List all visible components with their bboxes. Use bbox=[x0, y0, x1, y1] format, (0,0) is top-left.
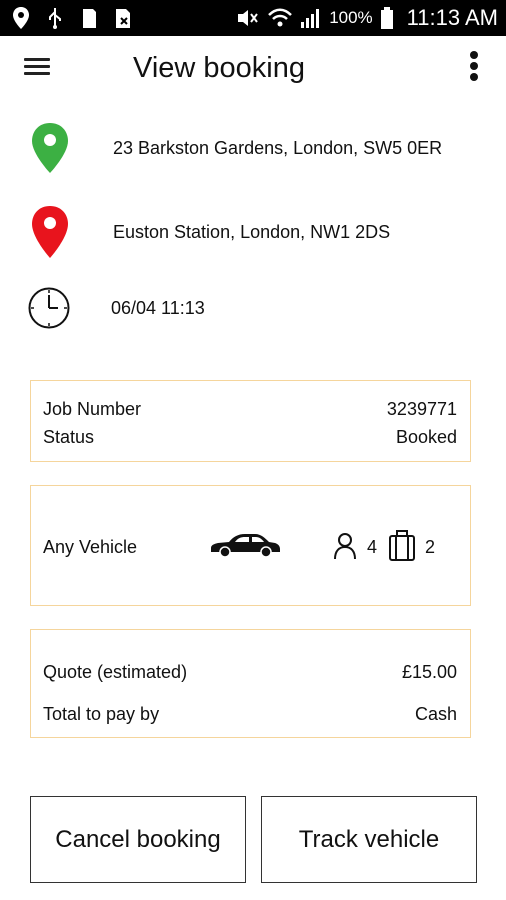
vehicle-type: Any Vehicle bbox=[43, 537, 138, 557]
page-title: View booking bbox=[133, 52, 305, 84]
payment-value: Cash bbox=[414, 704, 457, 724]
dropoff-row: Euston Station, London, NW1 2DS bbox=[0, 203, 506, 261]
job-number-label: Job Number bbox=[43, 399, 142, 419]
battery-percent: 100% bbox=[329, 8, 373, 27]
usb-icon bbox=[49, 8, 61, 29]
car-icon bbox=[211, 534, 280, 558]
wifi-icon bbox=[268, 8, 293, 27]
pickup-pin-icon bbox=[32, 123, 68, 173]
track-vehicle-button[interactable]: Track vehicle bbox=[261, 796, 477, 883]
sd-card-icon bbox=[83, 9, 96, 28]
luggage-icon bbox=[389, 530, 415, 561]
status-value: Booked bbox=[395, 427, 457, 447]
sim-icon bbox=[116, 9, 130, 28]
clock-icon bbox=[28, 287, 70, 329]
hamburger-menu-icon[interactable] bbox=[24, 54, 54, 84]
quote-value: £15.00 bbox=[401, 662, 457, 682]
passenger-count: 4 bbox=[367, 537, 378, 557]
price-card: Quote (estimated) £15.00 Total to pay by… bbox=[30, 629, 471, 738]
signal-icon bbox=[301, 9, 320, 28]
pickup-time: 06/04 11:13 bbox=[111, 298, 205, 318]
job-card: Job Number 3239771 Status Booked bbox=[30, 380, 471, 462]
pickup-time-row: 06/04 11:13 bbox=[0, 284, 506, 332]
dropoff-pin-icon bbox=[32, 206, 68, 258]
luggage-count: 2 bbox=[425, 537, 436, 557]
pickup-row: 23 Barkston Gardens, London, SW5 0ER bbox=[0, 118, 506, 176]
more-vertical-icon[interactable] bbox=[462, 48, 486, 88]
dropoff-address: Euston Station, London, NW1 2DS bbox=[113, 222, 391, 242]
quote-label: Quote (estimated) bbox=[43, 662, 188, 682]
job-number-value: 3239771 bbox=[386, 399, 457, 419]
status-label: Status bbox=[43, 427, 95, 447]
payment-label: Total to pay by bbox=[43, 704, 160, 724]
passenger-icon bbox=[334, 533, 356, 560]
status-bar-notifications bbox=[10, 6, 134, 30]
vehicle-card: Any Vehicle 4 2 bbox=[30, 485, 471, 606]
status-bar-system: 100% 11:13 AM bbox=[235, 0, 498, 36]
pickup-address: 23 Barkston Gardens, London, SW5 0ER bbox=[113, 138, 443, 158]
mute-icon bbox=[238, 10, 258, 26]
status-bar: 100% 11:13 AM bbox=[0, 0, 506, 36]
cancel-booking-button[interactable]: Cancel booking bbox=[30, 796, 246, 883]
status-time: 11:13 AM bbox=[406, 5, 498, 30]
location-icon bbox=[13, 7, 29, 29]
app-bar: View booking bbox=[0, 36, 506, 104]
battery-icon bbox=[380, 7, 393, 29]
